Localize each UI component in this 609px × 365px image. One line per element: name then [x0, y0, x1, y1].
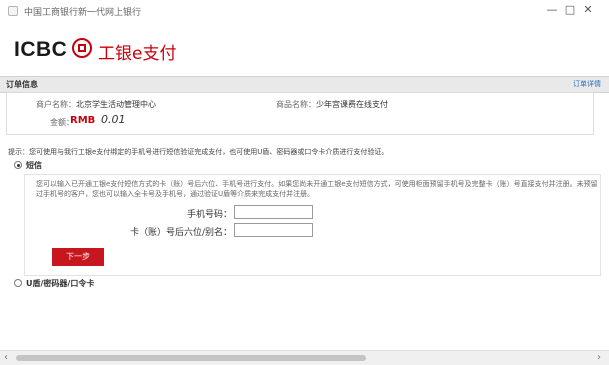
amount-currency: RMB: [70, 115, 96, 126]
close-icon[interactable]: ✕: [580, 2, 596, 18]
merchant-label: 商户名称：: [36, 100, 76, 109]
app-icon: [8, 6, 18, 16]
window-title: 中国工商银行新一代网上银行: [24, 8, 142, 18]
icbc-wordmark: ICBC: [14, 38, 68, 61]
horizontal-scrollbar[interactable]: ‹ ›: [0, 350, 609, 365]
card-input[interactable]: [234, 223, 313, 237]
sms-option-label[interactable]: 短信: [26, 160, 42, 171]
order-section-header: 订单信息 订单详情: [0, 76, 609, 93]
product-row: 商品名称：少年宫课费在线支付: [276, 99, 388, 110]
amount-value: 0.01: [101, 113, 126, 126]
scroll-left-icon[interactable]: ‹: [4, 351, 8, 365]
payment-hint: 提示：您可使用与我行工银e支付绑定的手机号进行短信验证完成支付，也可使用U盾、密…: [8, 148, 389, 156]
phone-label: 手机号码：: [186, 210, 232, 220]
icbc-emblem-icon: [72, 38, 92, 58]
product-label: 商品名称：: [276, 100, 316, 109]
sms-radio[interactable]: [14, 161, 22, 169]
restore-icon[interactable]: □: [562, 2, 578, 18]
next-button[interactable]: 下一步: [52, 248, 104, 266]
order-details-link[interactable]: 订单详情: [573, 79, 601, 89]
merchant-row: 商户名称：北京学生活动管理中心: [36, 99, 156, 110]
window-titlebar: 中国工商银行新一代网上银行 — □ ✕: [0, 0, 609, 22]
scroll-right-icon[interactable]: ›: [597, 351, 601, 365]
merchant-value: 北京学生活动管理中心: [76, 100, 156, 109]
phone-input[interactable]: [234, 205, 313, 219]
card-label: 卡（账）号后六位/别名：: [129, 228, 232, 238]
ushield-option-label[interactable]: U盾/密码器/口令卡: [26, 278, 94, 289]
epay-brand: 工银e支付: [98, 44, 177, 64]
product-value: 少年宫课费在线支付: [316, 100, 388, 109]
scroll-thumb[interactable]: [16, 355, 366, 361]
sms-description: 您可以输入已开通工银e支付短信方式的卡（账）号后六位、手机号进行支付。如果您尚未…: [36, 180, 598, 198]
minimize-icon[interactable]: —: [544, 2, 560, 18]
order-section-title: 订单信息: [6, 80, 38, 89]
ushield-radio[interactable]: [14, 279, 22, 287]
